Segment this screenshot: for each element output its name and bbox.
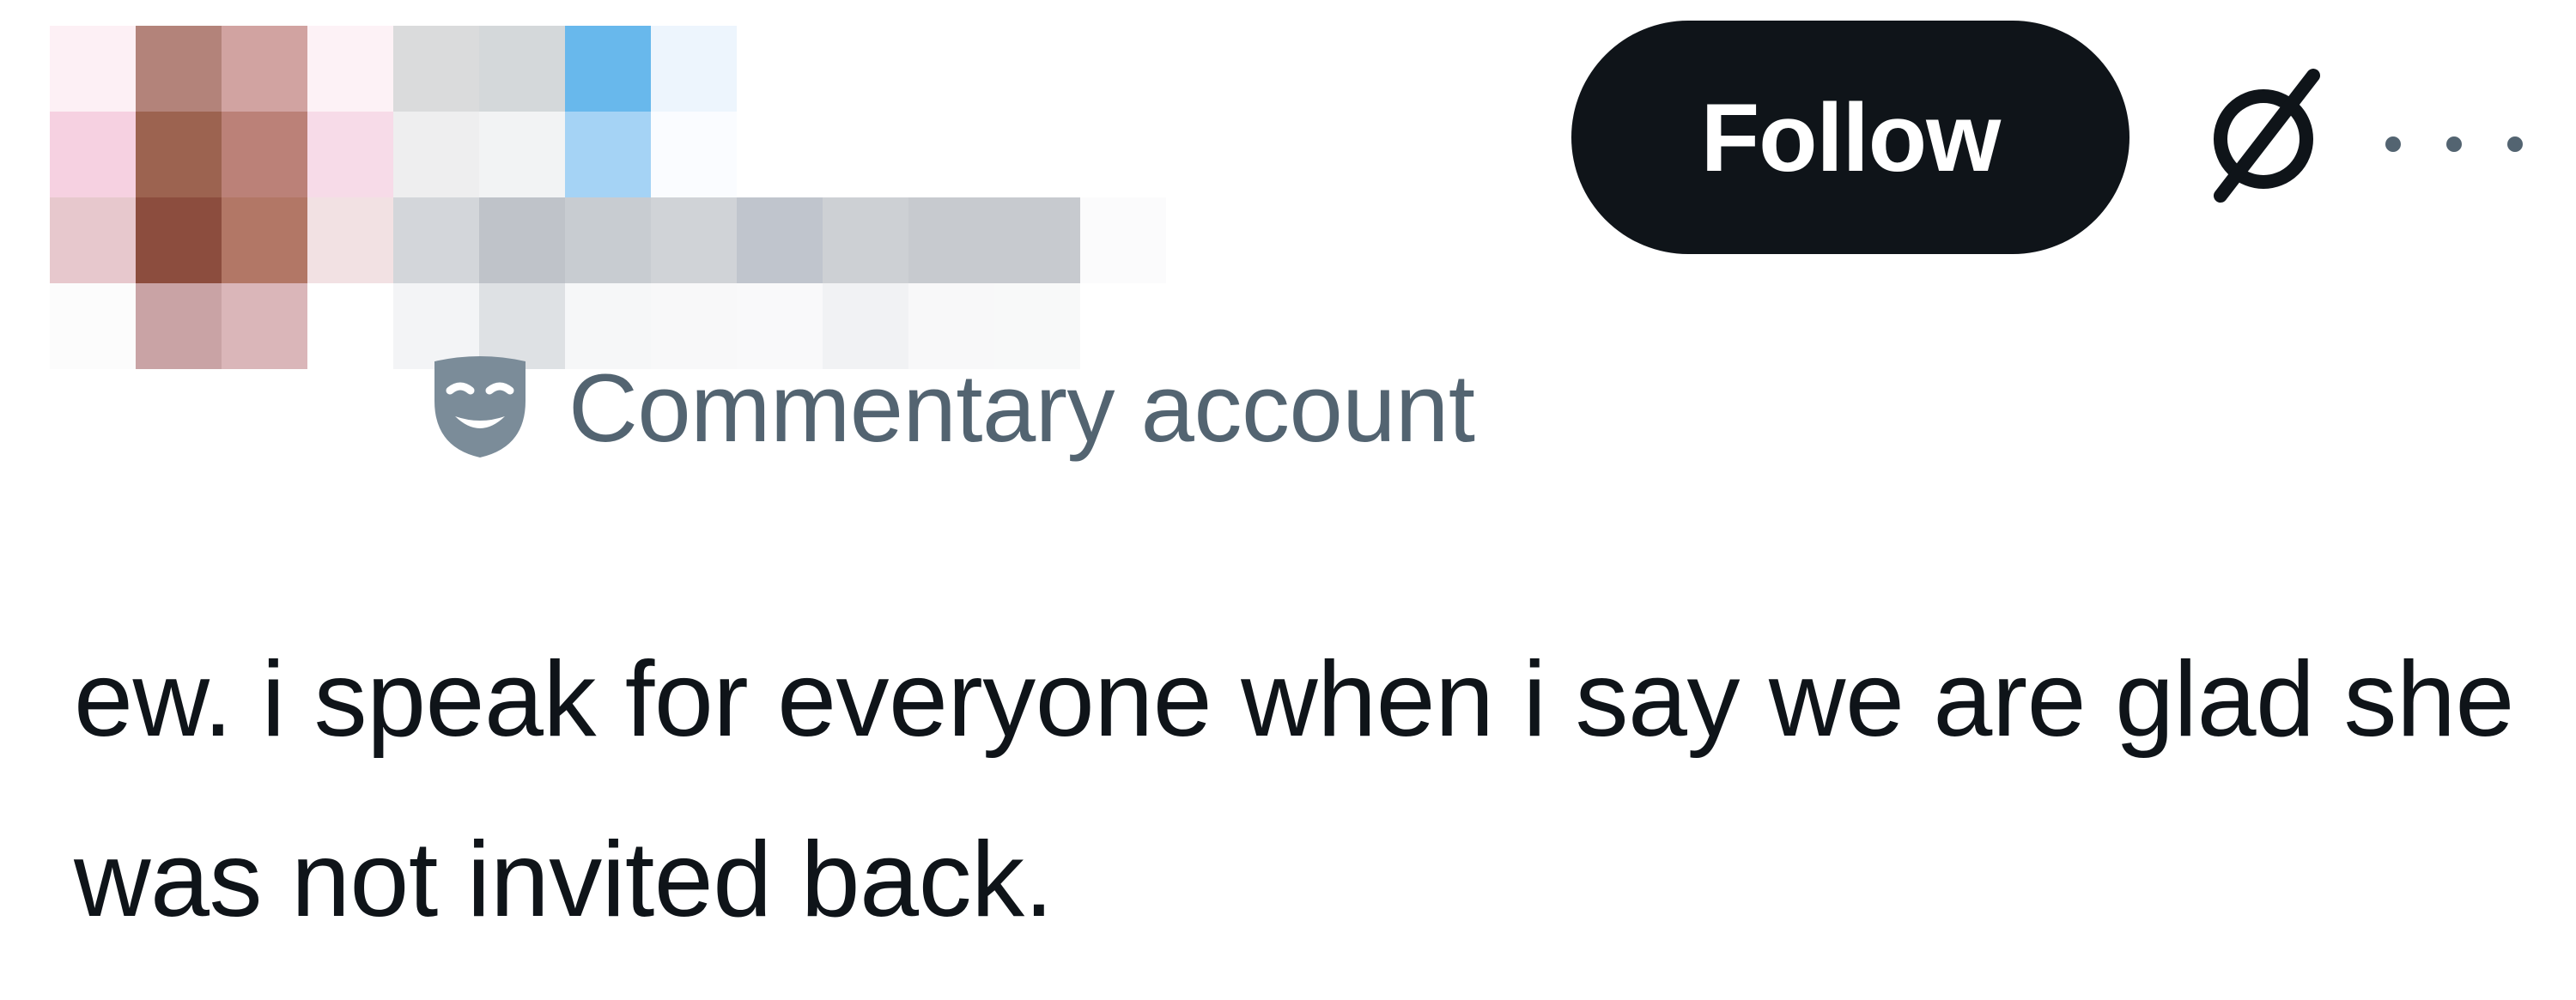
account-label: Commentary account bbox=[429, 352, 1475, 464]
more-dots-icon[interactable] bbox=[2385, 118, 2523, 170]
account-label-text: Commentary account bbox=[568, 354, 1475, 462]
dot bbox=[2446, 136, 2462, 152]
dot bbox=[2385, 136, 2401, 152]
dot bbox=[2507, 136, 2523, 152]
grok-slash-icon[interactable] bbox=[2195, 69, 2332, 206]
follow-button[interactable]: Follow bbox=[1571, 21, 2129, 254]
post-text: ew. i speak for everyone when i say we a… bbox=[74, 640, 2514, 939]
post-card: Follow Commentary account ew. i speak fo… bbox=[0, 0, 2576, 1000]
theater-mask-icon bbox=[429, 355, 531, 461]
